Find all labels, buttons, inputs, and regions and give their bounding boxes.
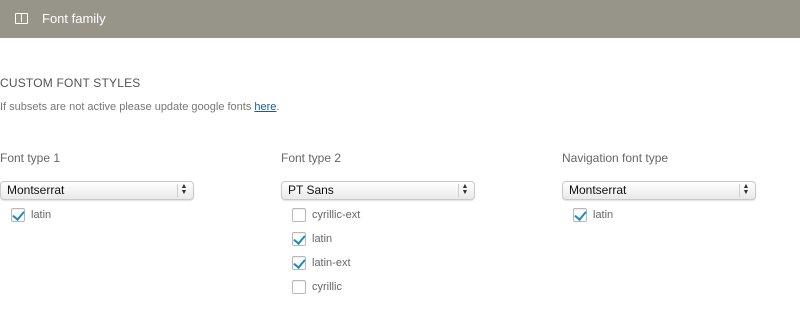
subset-latin-ext[interactable]: latin-ext (292, 251, 481, 275)
info-message: If subsets are not active please update … (0, 101, 255, 113)
font-type-1-group: Font type 1 Montserrat ▲ ▼ latin (0, 151, 200, 227)
font-type-1-select[interactable]: Montserrat ▲ ▼ (0, 181, 194, 200)
subset-latin[interactable]: latin (573, 203, 762, 227)
font-type-2-select[interactable]: PT Sans ▲ ▼ (281, 181, 475, 200)
subset-label: latin (31, 209, 52, 221)
font-type-1-label: Font type 1 (0, 151, 61, 165)
subset-label: latin (593, 209, 614, 221)
navigation-font-value: Montserrat (569, 183, 627, 197)
section-title: CUSTOM FONT STYLES (0, 76, 141, 90)
navigation-font-group: Navigation font type Montserrat ▲ ▼ latin (562, 151, 762, 227)
google-fonts-update-link[interactable]: here (254, 101, 276, 113)
info-end: . (276, 101, 280, 113)
subset-label: latin-ext (312, 257, 351, 269)
navigation-font-select[interactable]: Montserrat ▲ ▼ (562, 181, 756, 200)
info-text: If subsets are not active please update … (0, 101, 280, 113)
subset-latin-checkbox[interactable] (573, 208, 587, 222)
font-type-2-label: Font type 2 (281, 151, 342, 165)
subset-cyrillic[interactable]: cyrillic (292, 275, 481, 299)
columns-icon (15, 13, 28, 24)
panel-header[interactable]: Font family (0, 0, 800, 38)
subset-latin[interactable]: latin (11, 203, 200, 227)
subset-label: cyrillic (312, 281, 342, 293)
select-arrows-icon: ▲ ▼ (458, 183, 471, 197)
subset-label: latin (312, 233, 333, 245)
subset-label: cyrillic-ext (312, 209, 361, 221)
subset-cyrillic-ext[interactable]: cyrillic-ext (292, 203, 481, 227)
subset-latin[interactable]: latin (292, 227, 481, 251)
subset-cyrillic-ext-checkbox[interactable] (292, 208, 306, 222)
subset-latin-ext-checkbox[interactable] (292, 256, 306, 270)
select-arrows-icon: ▲ ▼ (739, 183, 752, 197)
font-type-2-group: Font type 2 PT Sans ▲ ▼ cyrillic-ext lati… (281, 151, 481, 299)
subset-cyrillic-checkbox[interactable] (292, 280, 306, 294)
navigation-font-label: Navigation font type (562, 151, 669, 165)
font-type-2-value: PT Sans (288, 183, 334, 197)
font-type-1-value: Montserrat (7, 183, 65, 197)
subset-latin-checkbox[interactable] (292, 232, 306, 246)
panel-title: Font family (42, 11, 106, 26)
select-arrows-icon: ▲ ▼ (177, 183, 190, 197)
subset-latin-checkbox[interactable] (11, 208, 25, 222)
